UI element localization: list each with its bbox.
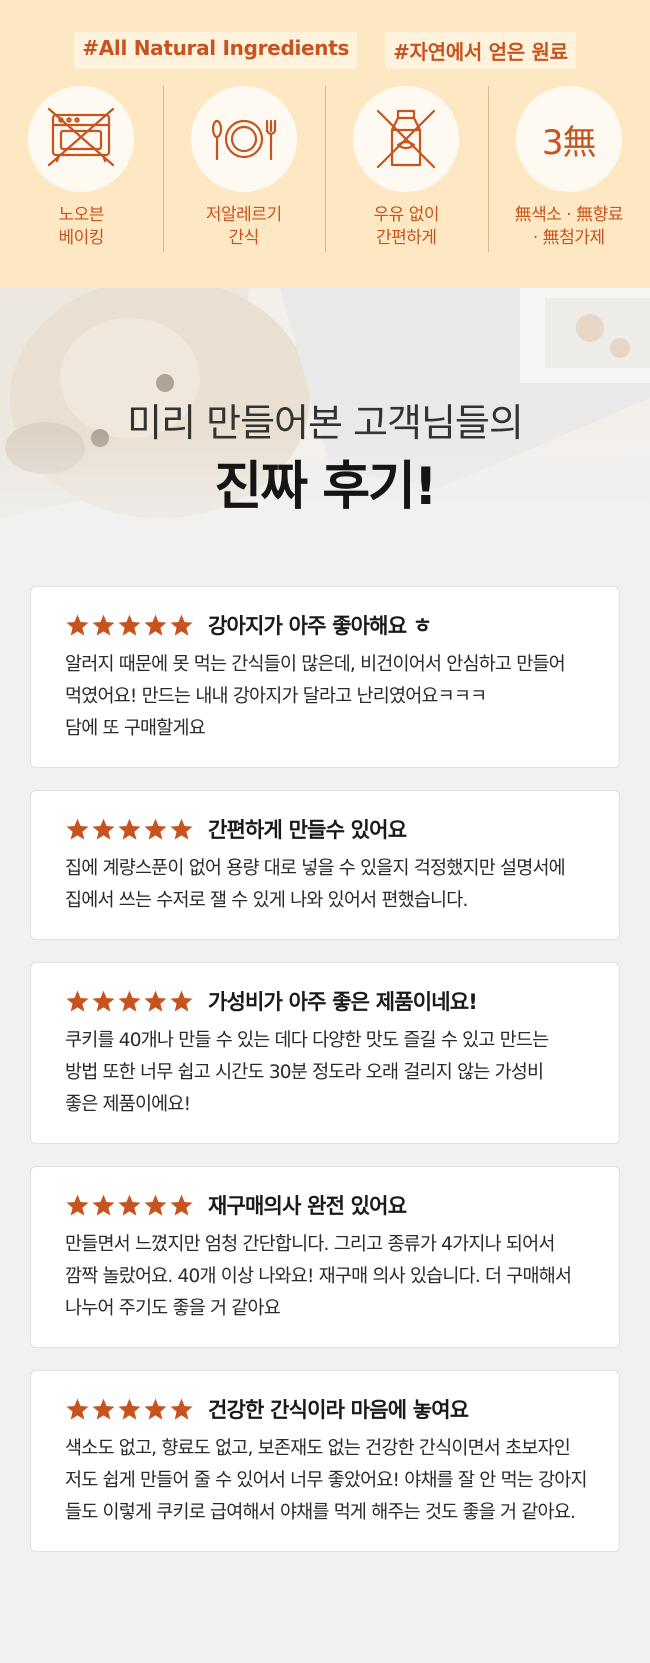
star-rating: [65, 613, 194, 638]
star-icon: [66, 614, 89, 636]
star-icon: [118, 1398, 141, 1420]
review-card: 건강한 간식이라 마음에 놓여요 색소도 없고, 향료도 없고, 보존재도 없는…: [30, 1370, 620, 1552]
star-icon: [92, 1194, 115, 1216]
star-icon: [118, 1194, 141, 1216]
hashtag-natural-ingredients: #All Natural Ingredients: [74, 32, 358, 69]
review-title: 강아지가 아주 좋아해요 ㅎ: [208, 614, 432, 638]
star-icon: [170, 1194, 193, 1216]
star-icon: [144, 990, 167, 1012]
review-card: 간편하게 만들수 있어요 집에 계량스푼이 없어 용량 대로 넣을 수 있을지 …: [30, 790, 620, 940]
feature-circle: [353, 86, 460, 192]
review-header: 건강한 간식이라 마음에 놓여요: [65, 1393, 587, 1425]
hashtag-row: #All Natural Ingredients #자연에서 얻은 원료: [0, 32, 650, 69]
review-title: 재구매의사 완전 있어요: [208, 1194, 407, 1218]
star-icon: [118, 614, 141, 636]
review-header: 재구매의사 완전 있어요: [65, 1189, 587, 1221]
reviews-hero: 미리 만들어본 고객님들의 진짜 후기!: [0, 288, 650, 578]
review-text: 집에 계량스푼이 없어 용량 대로 넣을 수 있을지 걱정했지만 설명서에 집에…: [65, 858, 566, 911]
feature-label: 無색소 · 無향료 · 無첨가제: [514, 205, 624, 248]
star-icon: [170, 990, 193, 1012]
review-header: 강아지가 아주 좋아해요 ㅎ: [65, 609, 587, 641]
review-card: 강아지가 아주 좋아해요 ㅎ 알러지 때문에 못 먹는 간식들이 많은데, 비건…: [30, 586, 620, 768]
star-icon: [66, 818, 89, 840]
feature-circle: [190, 86, 297, 192]
feature-circle: [28, 86, 135, 192]
feature-no-milk: 우유 없이 간편하게: [325, 86, 488, 252]
review-header: 가성비가 아주 좋은 제품이네요!: [65, 985, 587, 1017]
star-icon: [144, 818, 167, 840]
star-icon: [66, 990, 89, 1012]
star-rating: [65, 817, 194, 842]
star-icon: [92, 614, 115, 636]
no-oven-icon: [48, 107, 115, 167]
review-header: 간편하게 만들수 있어요: [65, 813, 587, 845]
star-icon: [144, 1194, 167, 1216]
star-rating: [65, 1397, 194, 1422]
hero-subtitle: 미리 만들어본 고객님들의: [127, 401, 524, 445]
review-text: 알러지 때문에 못 먹는 간식들이 많은데, 비건이어서 안심하고 만들어 먹였…: [65, 654, 566, 739]
star-icon: [118, 990, 141, 1012]
three-mu-text: 3無: [541, 122, 597, 163]
star-icon: [92, 818, 115, 840]
star-icon: [170, 614, 193, 636]
review-card: 재구매의사 완전 있어요 만들면서 느꼈지만 엄청 간단합니다. 그리고 종류가…: [30, 1166, 620, 1348]
star-icon: [144, 1398, 167, 1420]
feature-no-oven: 노오븐 베이킹: [0, 86, 163, 250]
star-rating: [65, 989, 194, 1014]
star-icon: [66, 1398, 89, 1420]
review-text: 만들면서 느꼈지만 엄청 간단합니다. 그리고 종류가 4가지나 되어서 깜짝 …: [65, 1234, 572, 1319]
feature-label: 우유 없이 간편하게: [373, 205, 440, 248]
review-card: 가성비가 아주 좋은 제품이네요! 쿠키를 40개나 만들 수 있는 데다 다양…: [30, 962, 620, 1144]
review-list: 강아지가 아주 좋아해요 ㅎ 알러지 때문에 못 먹는 간식들이 많은데, 비건…: [30, 586, 620, 1574]
feature-circle: 3無: [515, 86, 622, 192]
review-title: 가성비가 아주 좋은 제품이네요!: [208, 990, 478, 1014]
feature-label: 노오븐 베이킹: [58, 205, 105, 248]
hashtag-natural-source: #자연에서 얻은 원료: [385, 32, 576, 69]
feature-three-free: 3無 無색소 · 無향료 · 無첨가제: [487, 86, 650, 252]
feature-label: 저알레르기 간식: [205, 205, 282, 248]
review-title: 건강한 간식이라 마음에 놓여요: [208, 1398, 469, 1422]
hero-title: 진짜 후기!: [214, 457, 437, 517]
star-icon: [92, 1398, 115, 1420]
star-rating: [65, 1193, 194, 1218]
features-band: #All Natural Ingredients #자연에서 얻은 원료 노오븐…: [0, 0, 650, 288]
review-title: 간편하게 만들수 있어요: [208, 818, 407, 842]
feature-list: 노오븐 베이킹 저알레르기 간식 우유 없이 간편하게 3無 無색소 · 無향료…: [0, 86, 650, 252]
plate-cutlery-icon: [211, 119, 276, 161]
star-icon: [144, 614, 167, 636]
star-icon: [170, 818, 193, 840]
review-text: 색소도 없고, 향료도 없고, 보존재도 없는 건강한 간식이면서 초보자인 저…: [65, 1438, 588, 1523]
star-icon: [66, 1194, 89, 1216]
feature-low-allergy: 저알레르기 간식: [162, 86, 326, 252]
no-milk-icon: [377, 109, 436, 169]
star-icon: [118, 818, 141, 840]
star-icon: [92, 990, 115, 1012]
star-icon: [170, 1398, 193, 1420]
review-text: 쿠키를 40개나 만들 수 있는 데다 다양한 맛도 즐길 수 있고 만드는 방…: [65, 1030, 549, 1115]
